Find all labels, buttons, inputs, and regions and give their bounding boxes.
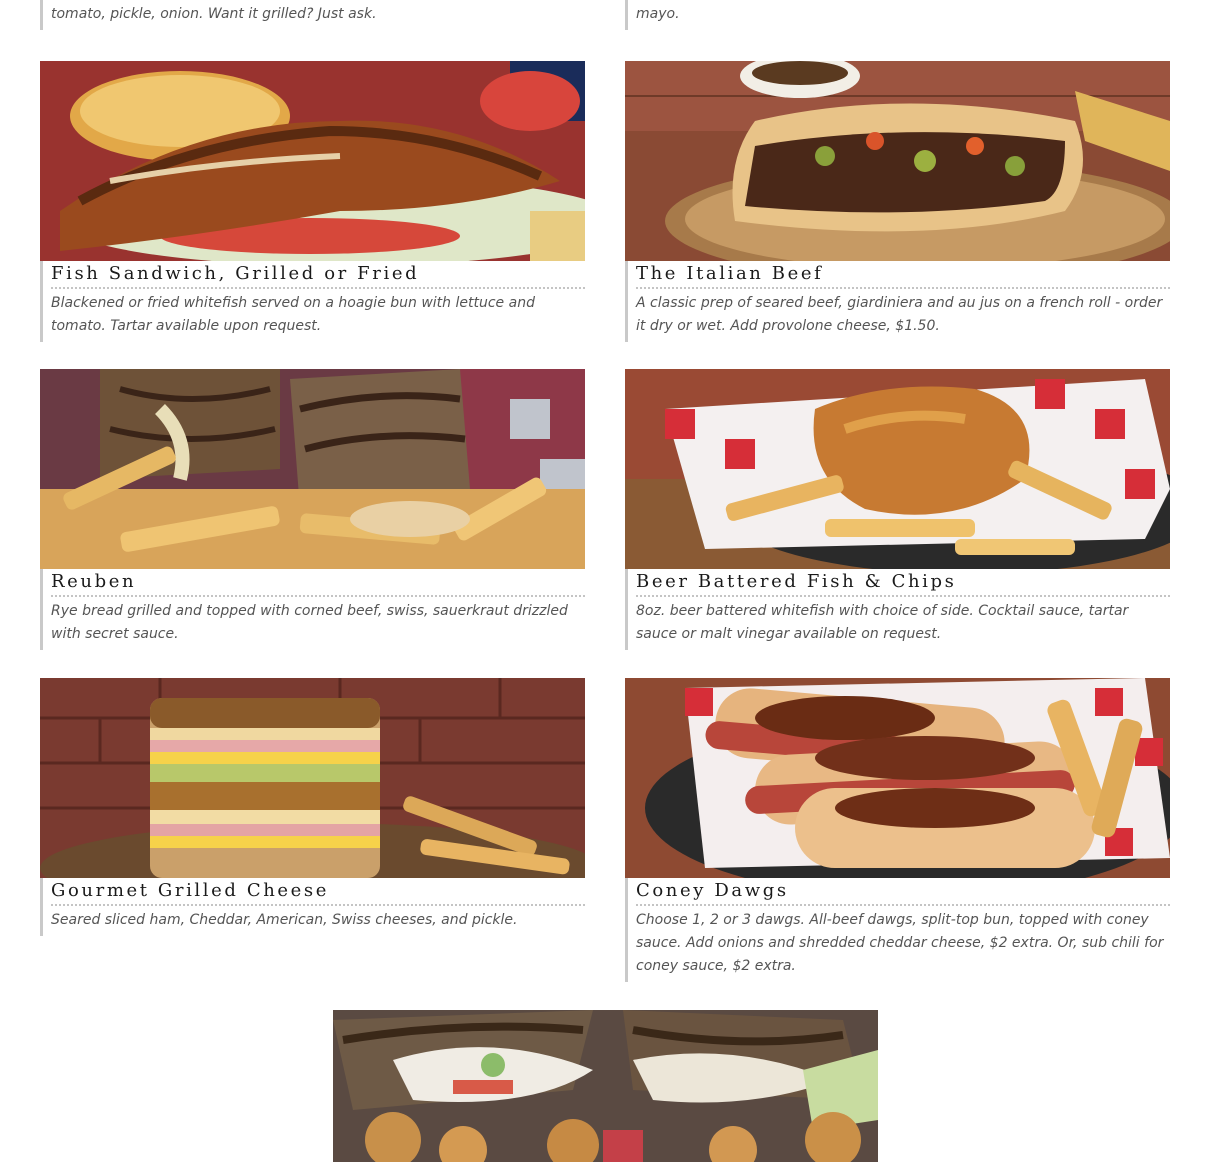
item-description: A classic prep of seared beef, giardinie… [636, 295, 1163, 334]
description-block: mayo. [625, 0, 1170, 30]
text-block: Fish Sandwich, Grilled or Fried Blackene… [40, 261, 585, 342]
menu-card-partial-right: mayo. [625, 0, 1170, 30]
menu-card-coney-dawgs[interactable]: Coney Dawgs Choose 1, 2 or 3 dawgs. All-… [625, 678, 1170, 982]
menu-card-fish-sandwich[interactable]: Fish Sandwich, Grilled or Fried Blackene… [40, 61, 585, 342]
item-title[interactable]: Gourmet Grilled Cheese [51, 878, 585, 906]
text-block: Reuben Rye bread grilled and topped with… [40, 569, 585, 650]
item-description: mayo. [636, 6, 680, 22]
text-block: Beer Battered Fish & Chips 8oz. beer bat… [625, 569, 1170, 650]
item-description: Blackened or fried whitefish served on a… [51, 295, 535, 334]
item-title[interactable]: The Italian Beef [636, 261, 1170, 289]
item-title[interactable]: Beer Battered Fish & Chips [636, 569, 1170, 597]
text-block: Gourmet Grilled Cheese Seared sliced ham… [40, 878, 585, 936]
menu-card-italian-beef[interactable]: The Italian Beef A classic prep of seare… [625, 61, 1170, 342]
item-description: 8oz. beer battered whitefish with choice… [636, 603, 1129, 642]
italian-beef-photo [625, 61, 1170, 261]
menu-card-fish-and-chips[interactable]: Beer Battered Fish & Chips 8oz. beer bat… [625, 369, 1170, 650]
item-description: Rye bread grilled and topped with corned… [51, 603, 568, 642]
fish-sandwich-photo [40, 61, 585, 261]
item-title[interactable]: Coney Dawgs [636, 878, 1170, 906]
menu-card-partial-left: tomato, pickle, onion. Want it grilled? … [40, 0, 585, 30]
item-title[interactable]: Reuben [51, 569, 585, 597]
item-description: Choose 1, 2 or 3 dawgs. All-beef dawgs, … [636, 912, 1164, 974]
menu-card-grilled-cheese[interactable]: Gourmet Grilled Cheese Seared sliced ham… [40, 678, 585, 936]
description-block: tomato, pickle, onion. Want it grilled? … [40, 0, 585, 30]
coney-dawgs-photo [625, 678, 1170, 878]
grilled-cheese-photo [40, 678, 585, 878]
text-block: The Italian Beef A classic prep of seare… [625, 261, 1170, 342]
reuben-photo [40, 369, 585, 569]
text-block: Coney Dawgs Choose 1, 2 or 3 dawgs. All-… [625, 878, 1170, 982]
item-description: tomato, pickle, onion. Want it grilled? … [51, 6, 377, 22]
item-title[interactable]: Fish Sandwich, Grilled or Fried [51, 261, 585, 289]
menu-card-reuben[interactable]: Reuben Rye bread grilled and topped with… [40, 369, 585, 650]
fish-and-chips-photo [625, 369, 1170, 569]
sandwich-photo [333, 1010, 878, 1162]
item-description: Seared sliced ham, Cheddar, American, Sw… [51, 912, 518, 928]
menu-card-partial-bottom[interactable] [333, 1010, 878, 1162]
